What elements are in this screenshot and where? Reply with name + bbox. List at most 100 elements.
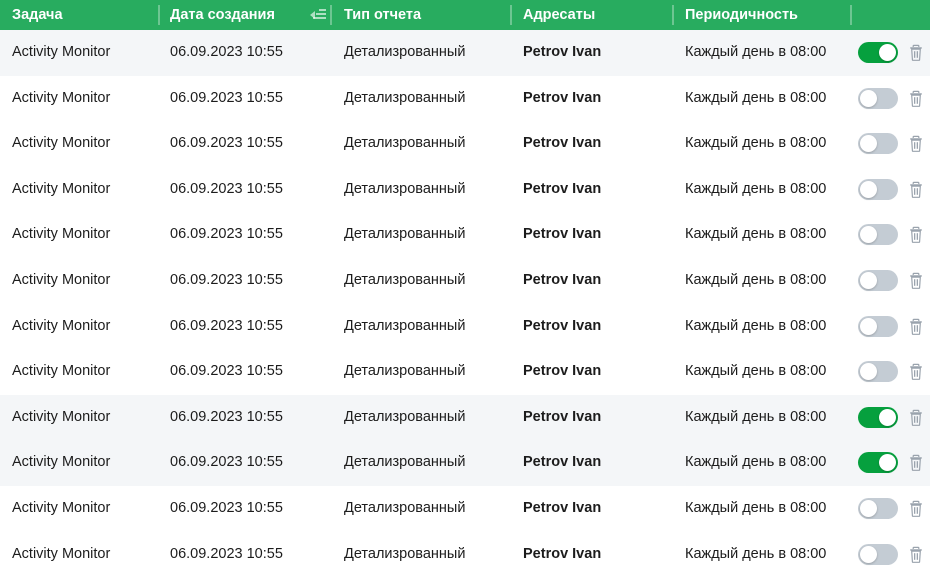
table-row[interactable]: Activity Monitor 06.09.2023 10:55 Детализр… xyxy=(0,394,930,441)
cell-recipients: Petrov Ivan xyxy=(523,454,602,471)
column-header-controls xyxy=(850,0,930,30)
column-header-date[interactable]: Дата создания xyxy=(158,0,344,30)
cell-controls xyxy=(850,258,930,304)
enable-toggle[interactable] xyxy=(858,406,898,428)
column-header-recipients-label: Адресаты xyxy=(523,7,596,23)
cell-controls xyxy=(850,76,930,122)
cell-date: 06.09.2023 10:55 xyxy=(170,89,283,106)
table-row[interactable]: Activity Monitor 06.09.2023 10:55 Детализр… xyxy=(0,303,930,350)
cell-periodicity: Каждый день в 08:00 xyxy=(685,135,827,152)
cell-task: Activity Monitor xyxy=(12,499,111,516)
cell-controls xyxy=(850,349,930,395)
toggle-knob xyxy=(860,317,877,335)
toggle-knob xyxy=(879,44,896,61)
cell-recipients: Petrov Ivan xyxy=(523,271,602,288)
cell-recipients: Petrov Ivan xyxy=(523,317,602,334)
trash-icon[interactable] xyxy=(906,180,926,200)
toggle-knob xyxy=(860,226,877,244)
table-row[interactable]: Activity Monitor 06.09.2023 10:55 Детализр… xyxy=(0,30,930,76)
cell-recipients: Petrov Ivan xyxy=(523,44,602,60)
cell-periodicity: Каждый день в 08:00 xyxy=(685,499,827,516)
cell-report-type: Детализрованный xyxy=(344,454,466,471)
table-row[interactable]: Activity Monitor 06.09.2023 10:55 Детализр… xyxy=(0,166,930,213)
trash-icon[interactable] xyxy=(906,271,926,291)
trash-icon[interactable] xyxy=(906,89,926,109)
cell-recipients: Petrov Ivan xyxy=(523,545,602,562)
cell-controls xyxy=(850,167,930,213)
cell-task: Activity Monitor xyxy=(12,180,111,197)
table-row[interactable]: Activity Monitor 06.09.2023 10:55 Детализр… xyxy=(0,121,930,167)
enable-toggle[interactable] xyxy=(858,133,898,155)
table-body: Activity Monitor 06.09.2023 10:55 Детализр… xyxy=(0,30,930,576)
cell-task: Activity Monitor xyxy=(12,44,111,60)
table-row[interactable]: Activity Monitor 06.09.2023 10:55 Детализр… xyxy=(0,212,930,258)
cell-periodicity: Каждый день в 08:00 xyxy=(685,545,827,562)
table-row[interactable]: Activity Monitor 06.09.2023 10:55 Детализр… xyxy=(0,257,930,304)
cell-periodicity: Каждый день в 08:00 xyxy=(685,226,827,243)
enable-toggle[interactable] xyxy=(858,87,898,109)
toggle-knob xyxy=(879,454,896,472)
enable-toggle[interactable] xyxy=(858,224,898,246)
trash-icon[interactable] xyxy=(906,545,926,565)
toggle-knob xyxy=(860,180,877,198)
enable-toggle[interactable] xyxy=(858,315,898,337)
sort-descending-icon[interactable] xyxy=(310,9,326,22)
enable-toggle[interactable] xyxy=(858,178,898,200)
cell-task: Activity Monitor xyxy=(12,271,111,288)
cell-report-type: Детализрованный xyxy=(344,44,466,60)
enable-toggle[interactable] xyxy=(858,543,898,565)
cell-controls xyxy=(850,440,930,486)
cell-task: Activity Monitor xyxy=(12,545,111,562)
cell-report-type: Детализрованный xyxy=(344,363,466,380)
cell-date: 06.09.2023 10:55 xyxy=(170,226,283,243)
enable-toggle[interactable] xyxy=(858,42,898,63)
table-row[interactable]: Activity Monitor 06.09.2023 10:55 Детализр… xyxy=(0,75,930,122)
cell-report-type: Детализрованный xyxy=(344,317,466,334)
cell-recipients: Petrov Ivan xyxy=(523,89,602,106)
enable-toggle[interactable] xyxy=(858,269,898,291)
column-header-type[interactable]: Тип отчета xyxy=(344,0,523,30)
toggle-knob xyxy=(860,135,877,153)
cell-controls xyxy=(850,304,930,350)
trash-icon[interactable] xyxy=(906,408,926,428)
cell-recipients: Petrov Ivan xyxy=(523,135,602,152)
cell-date: 06.09.2023 10:55 xyxy=(170,317,283,334)
trash-icon[interactable] xyxy=(906,499,926,519)
cell-report-type: Детализрованный xyxy=(344,180,466,197)
column-header-type-label: Тип отчета xyxy=(344,7,422,23)
table-row[interactable]: Activity Monitor 06.09.2023 10:55 Детализр… xyxy=(0,531,930,576)
trash-icon[interactable] xyxy=(906,43,926,63)
cell-periodicity: Каждый день в 08:00 xyxy=(685,44,827,60)
table-row[interactable]: Activity Monitor 06.09.2023 10:55 Детализр… xyxy=(0,349,930,395)
cell-task: Activity Monitor xyxy=(12,89,111,106)
trash-icon[interactable] xyxy=(906,225,926,245)
cell-controls xyxy=(850,395,930,441)
cell-recipients: Petrov Ivan xyxy=(523,408,602,425)
table-row[interactable]: Activity Monitor 06.09.2023 10:55 Детализр… xyxy=(0,485,930,532)
trash-icon[interactable] xyxy=(906,317,926,337)
toggle-knob xyxy=(860,271,877,289)
trash-icon[interactable] xyxy=(906,134,926,154)
enable-toggle[interactable] xyxy=(858,497,898,519)
trash-icon[interactable] xyxy=(906,362,926,382)
cell-periodicity: Каждый день в 08:00 xyxy=(685,89,827,106)
header-divider-4 xyxy=(672,5,674,25)
cell-task: Activity Monitor xyxy=(12,363,111,380)
column-header-periodicity-label: Периодичность xyxy=(685,7,798,23)
cell-task: Activity Monitor xyxy=(12,454,111,471)
enable-toggle[interactable] xyxy=(858,361,898,383)
column-header-task[interactable]: Задача xyxy=(0,0,158,30)
column-header-periodicity[interactable]: Периодичность xyxy=(685,0,850,30)
cell-periodicity: Каждый день в 08:00 xyxy=(685,271,827,288)
cell-date: 06.09.2023 10:55 xyxy=(170,499,283,516)
trash-icon[interactable] xyxy=(906,453,926,473)
cell-task: Activity Monitor xyxy=(12,408,111,425)
cell-periodicity: Каждый день в 08:00 xyxy=(685,363,827,380)
cell-date: 06.09.2023 10:55 xyxy=(170,363,283,380)
header-divider-3 xyxy=(510,5,512,25)
enable-toggle[interactable] xyxy=(858,452,898,474)
table-row[interactable]: Activity Monitor 06.09.2023 10:55 Детализр… xyxy=(0,440,930,486)
column-header-recipients[interactable]: Адресаты xyxy=(523,0,685,30)
cell-date: 06.09.2023 10:55 xyxy=(170,44,283,60)
cell-controls xyxy=(850,486,930,532)
